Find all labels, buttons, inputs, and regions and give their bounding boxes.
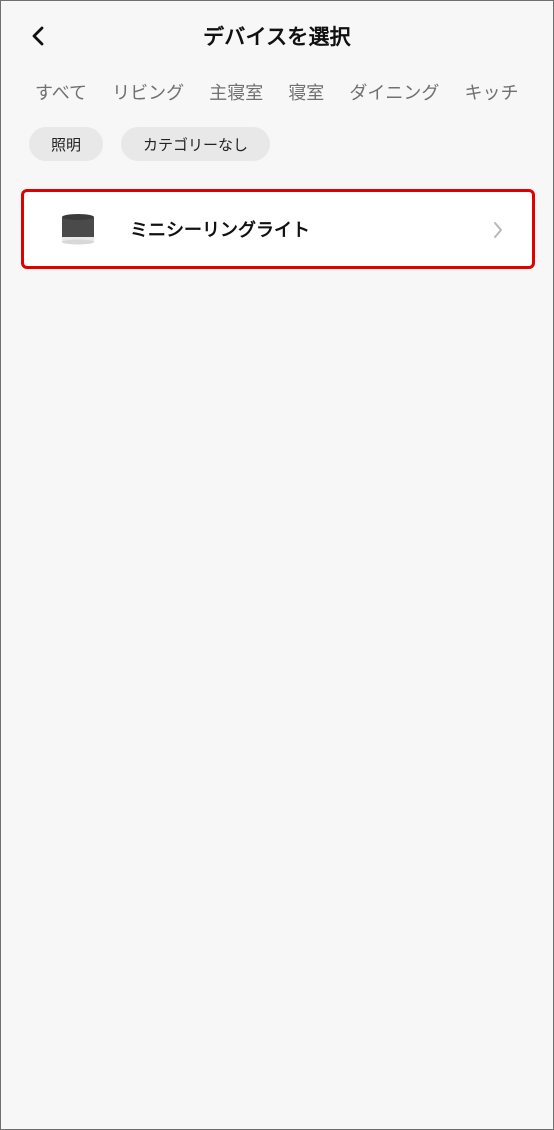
tab-bedroom[interactable]: 寝室 <box>288 79 324 105</box>
tab-all[interactable]: すべて <box>35 79 87 105</box>
device-item-mini-ceiling-light[interactable]: ミニシーリングライト <box>21 189 535 269</box>
header: デバイスを選択 <box>1 1 553 71</box>
room-tabs: すべて リビング 主寝室 寝室 ダイニング キッチ <box>35 79 553 107</box>
ceiling-light-icon <box>62 214 94 245</box>
tab-living[interactable]: リビング <box>112 79 184 105</box>
category-chips: 照明 カテゴリーなし <box>29 127 271 161</box>
tab-master-bedroom[interactable]: 主寝室 <box>209 79 263 105</box>
tab-dining[interactable]: ダイニング <box>349 79 439 105</box>
chip-lighting[interactable]: 照明 <box>29 127 104 161</box>
chip-no-category[interactable]: カテゴリーなし <box>121 127 271 161</box>
device-name: ミニシーリングライト <box>130 220 310 241</box>
chevron-right-icon <box>494 222 502 238</box>
tab-kitchen[interactable]: キッチ <box>465 79 519 105</box>
device-select-screen: デバイスを選択 すべて リビング 主寝室 寝室 ダイニング キッチ 照明 カテゴ… <box>0 0 554 1130</box>
page-title: デバイスを選択 <box>203 25 351 49</box>
